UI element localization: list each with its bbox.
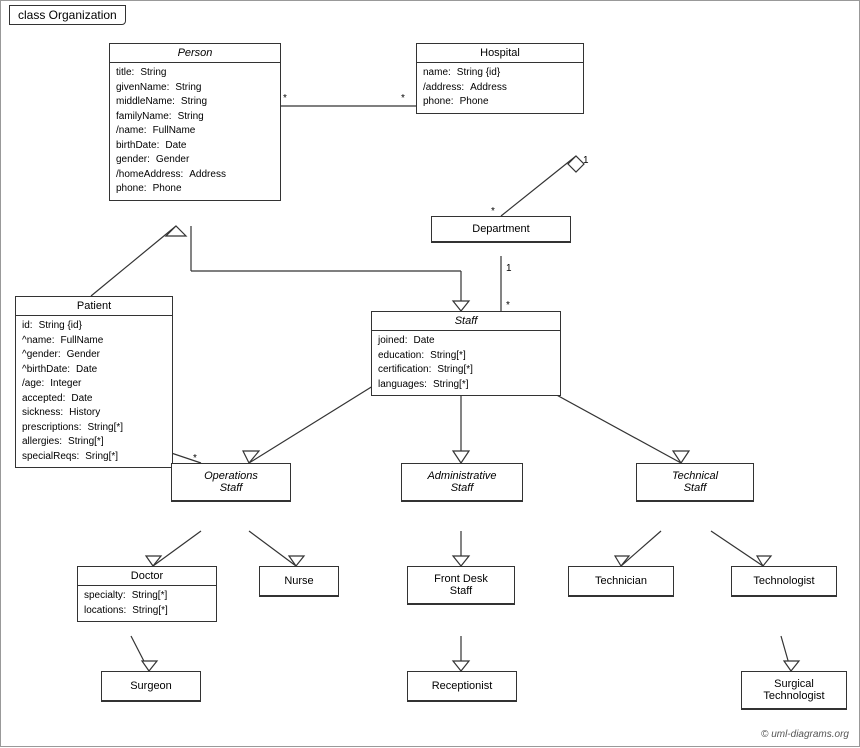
- technician-header: Technician: [569, 567, 673, 596]
- person-box: Person title:String givenName:String mid…: [109, 43, 281, 201]
- uml-diagram: class Organization 1 * 1 * * * *: [0, 0, 860, 747]
- patient-box: Patient id:String {id} ^name:FullName ^g…: [15, 296, 173, 468]
- receptionist-box: Receptionist: [407, 671, 517, 702]
- administrative-staff-header: AdministrativeStaff: [402, 464, 522, 501]
- front-desk-staff-box: Front DeskStaff: [407, 566, 515, 605]
- staff-header: Staff: [372, 312, 560, 331]
- staff-box: Staff joined:Date education:String[*] ce…: [371, 311, 561, 396]
- doctor-header: Doctor: [78, 567, 216, 586]
- doctor-box: Doctor specialty:String[*] locations:Str…: [77, 566, 217, 622]
- receptionist-header: Receptionist: [408, 672, 516, 701]
- technical-staff-box: TechnicalStaff: [636, 463, 754, 502]
- technologist-box: Technologist: [731, 566, 837, 597]
- department-box: Department: [431, 216, 571, 243]
- technologist-header: Technologist: [732, 567, 836, 596]
- diagram-title: class Organization: [9, 5, 126, 25]
- person-body: title:String givenName:String middleName…: [110, 63, 280, 200]
- person-header: Person: [110, 44, 280, 63]
- surgical-technologist-box: SurgicalTechnologist: [741, 671, 847, 710]
- svg-text:1: 1: [583, 155, 589, 166]
- administrative-staff-box: AdministrativeStaff: [401, 463, 523, 502]
- operations-staff-header: OperationsStaff: [172, 464, 290, 501]
- patient-header: Patient: [16, 297, 172, 316]
- surgeon-header: Surgeon: [102, 672, 200, 701]
- nurse-header: Nurse: [260, 567, 338, 596]
- svg-text:*: *: [401, 93, 405, 104]
- copyright-text: © uml-diagrams.org: [761, 729, 849, 740]
- department-header: Department: [432, 217, 570, 242]
- staff-body: joined:Date education:String[*] certific…: [372, 331, 560, 395]
- hospital-body: name:String {id} /address:Address phone:…: [417, 63, 583, 113]
- svg-text:*: *: [506, 300, 510, 311]
- doctor-body: specialty:String[*] locations:String[*]: [78, 586, 216, 621]
- hospital-header: Hospital: [417, 44, 583, 63]
- surgeon-box: Surgeon: [101, 671, 201, 702]
- hospital-box: Hospital name:String {id} /address:Addre…: [416, 43, 584, 114]
- nurse-box: Nurse: [259, 566, 339, 597]
- operations-staff-box: OperationsStaff: [171, 463, 291, 502]
- surgical-technologist-header: SurgicalTechnologist: [742, 672, 846, 709]
- technician-box: Technician: [568, 566, 674, 597]
- svg-text:1: 1: [506, 263, 512, 274]
- patient-body: id:String {id} ^name:FullName ^gender:Ge…: [16, 316, 172, 467]
- front-desk-staff-header: Front DeskStaff: [408, 567, 514, 604]
- technical-staff-header: TechnicalStaff: [637, 464, 753, 501]
- svg-text:*: *: [283, 93, 287, 104]
